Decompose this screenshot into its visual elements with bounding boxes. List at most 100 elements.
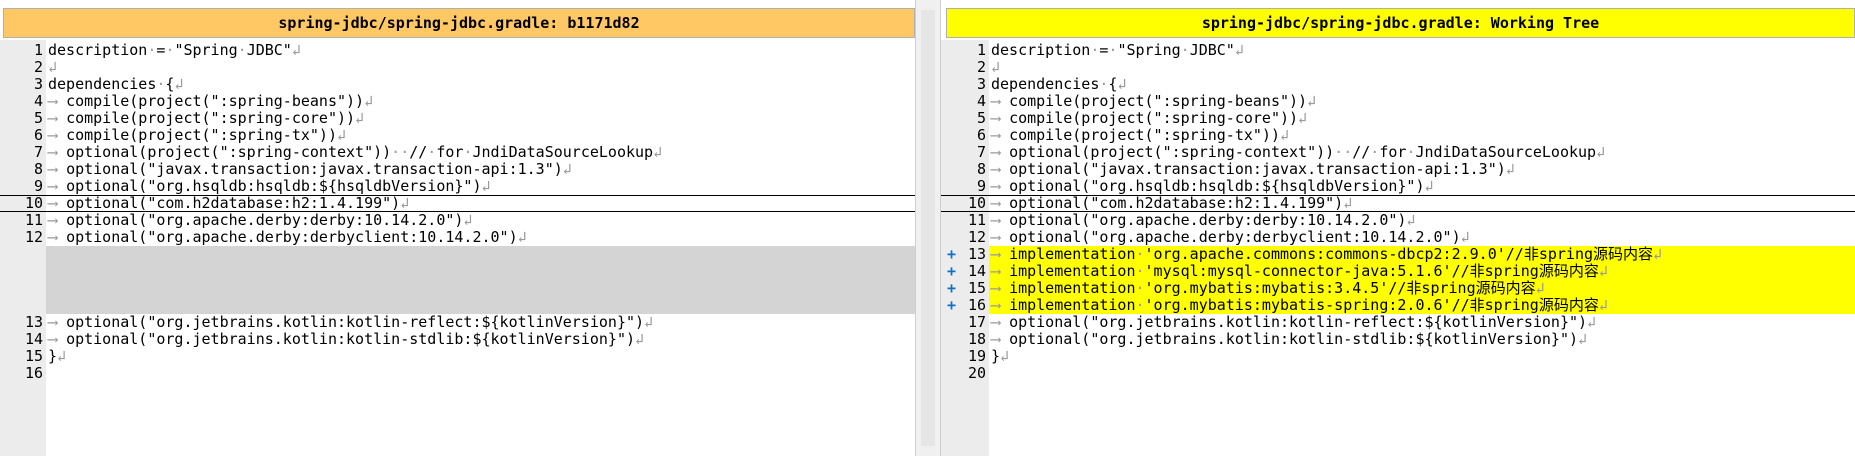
line-code: ⟶ optional("org.hsqldb:hsqldb:${hsqldbVe… [991,177,1434,195]
line-code: dependencies·{↲ [991,75,1127,93]
left-code-line[interactable]: 6 ⟶ compile(project(":spring-tx"))↲ [0,127,915,144]
left-code-line[interactable]: 7 ⟶ optional(project(":spring-context"))·… [0,144,915,161]
line-number: 8 [33,160,43,178]
left-code-line[interactable]: 3 dependencies·{↲ [0,76,915,93]
line-number: 13 [967,245,986,263]
line-number: 9 [976,177,986,195]
line-code: ⟶ optional(project(":spring-context"))··… [48,143,663,161]
line-number: 8 [976,160,986,178]
line-number: 6 [33,126,43,144]
left-code-area[interactable]: 1 description·=·"Spring·JDBC"↲ 2 ↲ 3 dependen… [0,40,915,456]
line-number: 9 [33,177,43,195]
right-code-line[interactable]: +16 ⟶ implementation·'org.mybatis:mybatis… [941,297,1855,314]
line-code: ⟶ optional("org.jetbrains.kotlin:kotlin-… [991,313,1597,331]
right-code-line[interactable]: 19 }↲ [941,348,1855,365]
line-code: ⟶ implementation·'org.mybatis:mybatis-sp… [991,296,1608,314]
line-code: description·=·"Spring·JDBC"↲ [991,41,1244,59]
line-code: ⟶ optional("com.h2database:h2:1.4.199")↲ [991,194,1353,212]
right-code-line[interactable]: 5 ⟶ compile(project(":spring-core"))↲ [941,110,1855,127]
line-code: ⟶ optional("org.apache.derby:derbyclient… [48,228,527,246]
right-code-line[interactable]: 11 ⟶ optional("org.apache.derby:derby:10.… [941,212,1855,229]
right-code-area[interactable]: 1 description·=·"Spring·JDBC"↲ 2 ↲ 3 dependen… [941,40,1855,456]
line-code: ⟶ optional("org.apache.derby:derby:10.14… [991,211,1416,229]
line-number: 15 [967,279,986,297]
line-code: ⟶ optional("org.hsqldb:hsqldb:${hsqldbVe… [48,177,491,195]
line-code: ⟶ optional("org.jetbrains.kotlin:kotlin-… [48,330,645,348]
line-number: 18 [967,330,986,348]
pane-divider[interactable] [915,0,941,456]
line-code: }↲ [48,347,67,365]
left-code-line[interactable]: 14 ⟶ optional("org.jetbrains.kotlin:kotli… [0,331,915,348]
left-code-line[interactable]: 1 description·=·"Spring·JDBC"↲ [0,42,915,59]
line-number: 11 [24,211,43,229]
line-code: ⟶ compile(project(":spring-tx"))↲ [991,126,1290,144]
line-number: 4 [33,92,43,110]
line-code: ⟶ compile(project(":spring-tx"))↲ [48,126,347,144]
diff-viewer: spring-jdbc/spring-jdbc.gradle: b1171d82… [0,0,1855,456]
line-number: 6 [976,126,986,144]
right-code-line[interactable]: 17 ⟶ optional("org.jetbrains.kotlin:kotli… [941,314,1855,331]
right-pane[interactable]: spring-jdbc/spring-jdbc.gradle: Working … [941,0,1855,456]
line-number: 19 [967,347,986,365]
line-number: 3 [33,75,43,93]
line-number: 10 [967,194,986,212]
line-number: 12 [24,228,43,246]
line-number: 15 [24,347,43,365]
line-number: 14 [24,330,43,348]
right-code-line[interactable]: 8 ⟶ optional("javax.transaction:javax.tra… [941,161,1855,178]
left-code-line[interactable]: 2 ↲ [0,59,915,76]
line-number: 1 [33,41,43,59]
left-pane[interactable]: spring-jdbc/spring-jdbc.gradle: b1171d82… [0,0,915,456]
diff-alignment-filler [46,246,915,314]
left-code-line[interactable]: 4 ⟶ compile(project(":spring-beans"))↲ [0,93,915,110]
right-code-line[interactable]: 1 description·=·"Spring·JDBC"↲ [941,42,1855,59]
right-code-line[interactable]: 12 ⟶ optional("org.apache.derby:derbyclie… [941,229,1855,246]
right-code-line[interactable]: 6 ⟶ compile(project(":spring-tx"))↲ [941,127,1855,144]
right-code-line[interactable]: 2 ↲ [941,59,1855,76]
line-code: ⟶ optional("org.apache.derby:derby:10.14… [48,211,473,229]
line-code: dependencies·{↲ [48,75,184,93]
right-code-line[interactable]: +14 ⟶ implementation·'mysql:mysql-connect… [941,263,1855,280]
line-number: 12 [967,228,986,246]
right-code-line[interactable]: 10 ⟶ optional("com.h2database:h2:1.4.199"… [941,195,1855,212]
left-code-line[interactable]: 9 ⟶ optional("org.hsqldb:hsqldb:${hsqldbV… [0,178,915,195]
line-code: ⟶ implementation·'mysql:mysql-connector-… [991,262,1608,280]
right-code-line[interactable]: 4 ⟶ compile(project(":spring-beans"))↲ [941,93,1855,110]
right-code-line[interactable]: 7 ⟶ optional(project(":spring-context"))·… [941,144,1855,161]
right-code-line[interactable]: 3 dependencies·{↲ [941,76,1855,93]
left-code-line[interactable]: 13 ⟶ optional("org.jetbrains.kotlin:kotli… [0,314,915,331]
line-number: 5 [976,109,986,127]
left-code-line[interactable]: 10 ⟶ optional("com.h2database:h2:1.4.199"… [0,195,915,212]
line-code: ↲ [48,58,58,76]
line-number: 2 [33,58,43,76]
right-code-line[interactable]: 20 [941,365,1855,382]
line-code: ⟶ optional("org.jetbrains.kotlin:kotlin-… [48,313,654,331]
line-number: 4 [976,92,986,110]
line-number: 10 [24,194,43,212]
left-code-line[interactable]: 11 ⟶ optional("org.apache.derby:derby:10.… [0,212,915,229]
line-code: }↲ [991,347,1010,365]
line-code: ⟶ implementation·'org.mybatis:mybatis:3.… [991,279,1545,297]
right-code-line[interactable]: 18 ⟶ optional("org.jetbrains.kotlin:kotli… [941,331,1855,348]
left-code-line[interactable]: 15 }↲ [0,348,915,365]
scrollbar-track[interactable] [921,10,935,446]
line-number: 17 [967,313,986,331]
right-code-line[interactable]: +15 ⟶ implementation·'org.mybatis:mybatis… [941,280,1855,297]
right-code-line[interactable]: +13 ⟶ implementation·'org.apache.commons:… [941,246,1855,263]
line-code: ⟶ compile(project(":spring-beans"))↲ [48,92,374,110]
left-code-line[interactable]: 12 ⟶ optional("org.apache.derby:derbyclie… [0,229,915,246]
line-code: ⟶ optional("org.jetbrains.kotlin:kotlin-… [991,330,1588,348]
left-code-line[interactable]: 8 ⟶ optional("javax.transaction:javax.tra… [0,161,915,178]
line-number: 20 [967,364,986,382]
line-number: 7 [33,143,43,161]
divider-line-left [915,0,916,456]
left-pane-header: spring-jdbc/spring-jdbc.gradle: b1171d82 [3,8,915,38]
left-code-line[interactable]: 16 [0,365,915,382]
line-number: 14 [967,262,986,280]
left-code-line[interactable]: 5 ⟶ compile(project(":spring-core"))↲ [0,110,915,127]
line-number: 16 [24,364,43,382]
line-code: ↲ [991,58,1001,76]
line-number: 1 [976,41,986,59]
right-code-line[interactable]: 9 ⟶ optional("org.hsqldb:hsqldb:${hsqldbV… [941,178,1855,195]
line-code: ⟶ optional("com.h2database:h2:1.4.199")↲ [48,194,410,212]
